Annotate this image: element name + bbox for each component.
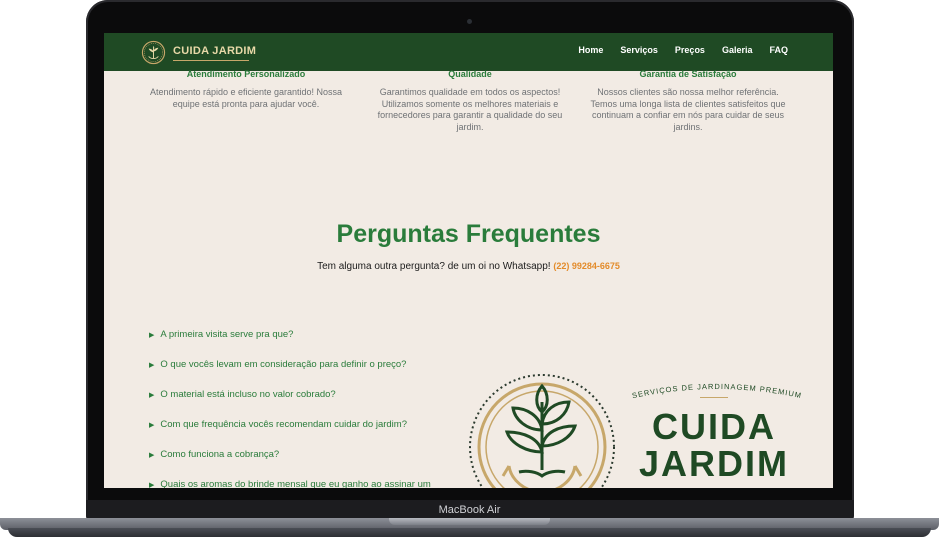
nav-link-home[interactable]: Home (578, 45, 603, 55)
disclosure-triangle-icon: ▶ (149, 452, 155, 459)
disclosure-triangle-icon: ▶ (149, 422, 155, 429)
premium-tagline: SERVIÇOS DE JARDINAGEM PREMIUM (631, 382, 802, 400)
device-label: MacBook Air (438, 504, 501, 516)
feature-title: Garantia de Satisfação (639, 69, 737, 79)
logo-word-jardim: JARDIM (639, 443, 790, 484)
feature-text: Atendimento rápido e eficiente garantido… (149, 87, 343, 109)
faq-question: Quais os aromas do brinde mensal que eu … (160, 479, 431, 488)
faq-item[interactable]: ▶ O material está incluso no valor cobrad… (149, 389, 431, 419)
disclosure-triangle-icon: ▶ (149, 482, 155, 488)
browser-viewport: CUIDA JARDIM Home Serviços Preços Galeri… (104, 33, 833, 488)
brand-name[interactable]: CUIDA JARDIM (173, 45, 256, 57)
faq-question: A primeira visita serve pra que? (160, 329, 294, 340)
faq-subtitle: Tem alguma outra pergunta? de um oi no W… (104, 261, 833, 272)
feature-title: Qualidade (448, 69, 492, 79)
leaf-logo-icon[interactable] (141, 40, 166, 65)
faq-item[interactable]: ▶ Quais os aromas do brinde mensal que eu… (149, 479, 431, 488)
feature-title: Atendimento Personalizado (186, 69, 306, 79)
camera-dot (467, 19, 472, 24)
tagline-divider (700, 397, 728, 398)
faq-list: ▶ A primeira visita serve pra que? ▶ O que… (149, 329, 431, 488)
feature-atendimento: Atendimento Personalizado Atendimento rá… (141, 69, 351, 110)
faq-item[interactable]: ▶ A primeira visita serve pra que? (149, 329, 431, 359)
main-nav: Home Serviços Preços Galeria FAQ (578, 45, 788, 55)
nav-link-precos[interactable]: Preços (675, 45, 705, 55)
faq-question: O material está incluso no valor cobrado… (160, 389, 336, 400)
disclosure-triangle-icon: ▶ (149, 332, 155, 339)
logo-word-cuida: CUIDA (652, 406, 776, 447)
faq-item[interactable]: ▶ Como funciona a cobrança? (149, 449, 431, 479)
feature-garantia: Garantia de Satisfação Nossos clientes s… (583, 69, 793, 133)
faq-item[interactable]: ▶ O que vocês levam em consideração para … (149, 359, 431, 389)
laptop-notch (389, 518, 550, 525)
nav-link-servicos[interactable]: Serviços (620, 45, 658, 55)
plant-hands-emblem-icon (469, 374, 615, 488)
faq-question: Com que frequência vocês recomendam cuid… (160, 419, 407, 430)
navbar: CUIDA JARDIM Home Serviços Preços Galeri… (104, 33, 833, 71)
feature-qualidade: Qualidade Garantimos qualidade em todos … (365, 69, 575, 133)
nav-link-faq[interactable]: FAQ (769, 45, 788, 55)
faq-question: O que vocês levam em consideração para d… (160, 359, 407, 370)
faq-question: Como funciona a cobrança? (160, 449, 280, 460)
whatsapp-phone-link[interactable]: (22) 99284-6675 (553, 261, 620, 271)
faq-heading: Perguntas Frequentes (336, 220, 601, 248)
feature-text: Garantimos qualidade em todos os aspecto… (377, 87, 563, 132)
disclosure-triangle-icon: ▶ (149, 392, 155, 399)
laptop-base-lip (8, 528, 931, 537)
nav-link-galeria[interactable]: Galeria (722, 45, 753, 55)
brand-underline (173, 60, 249, 61)
faq-item[interactable]: ▶ Com que frequência vocês recomendam cui… (149, 419, 431, 449)
faq-subtitle-text: Tem alguma outra pergunta? de um oi no W… (317, 261, 551, 272)
disclosure-triangle-icon: ▶ (149, 362, 155, 369)
feature-text: Nossos clientes são nossa melhor referên… (590, 87, 786, 132)
